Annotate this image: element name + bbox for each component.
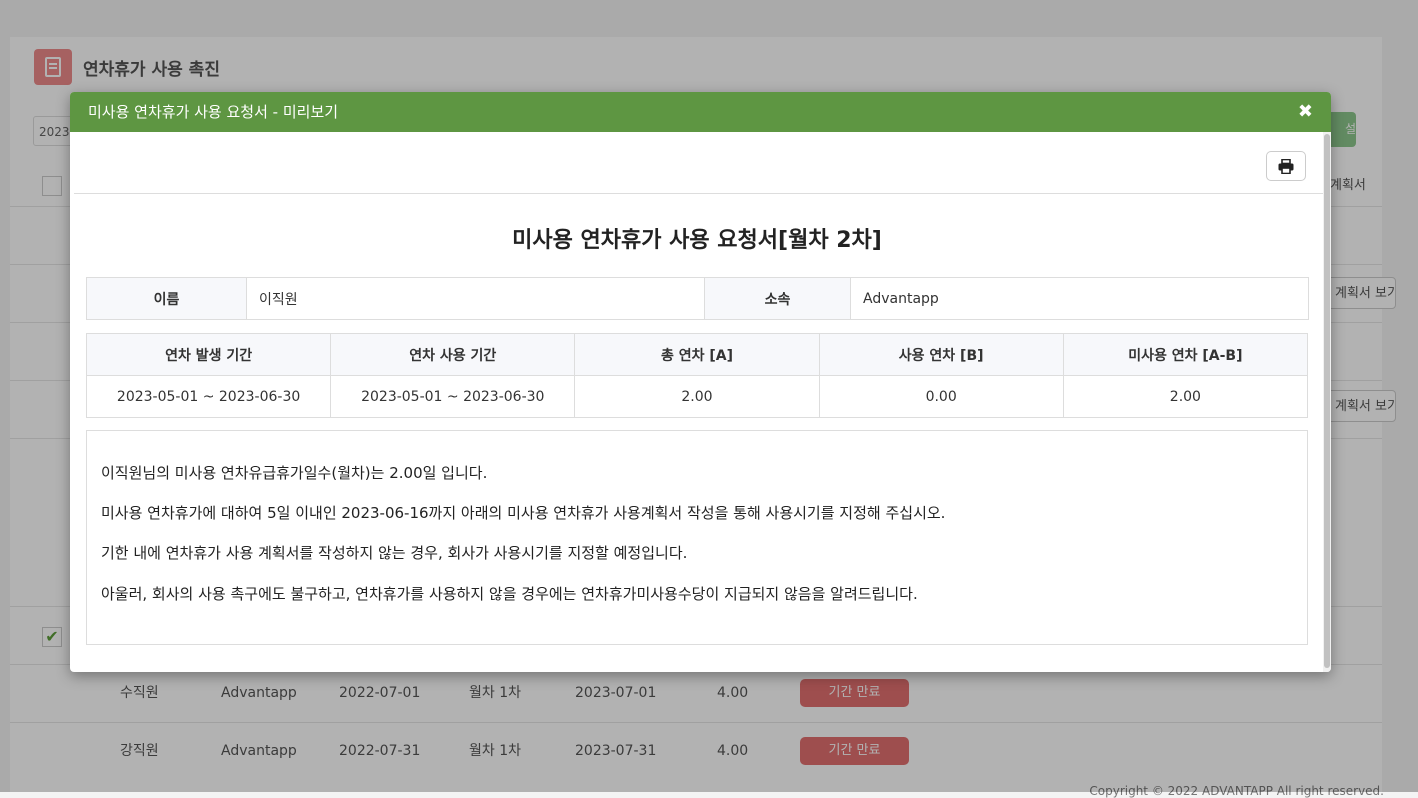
occurrence-period: 2023-05-01 ~ 2023-06-30 (85, 375, 332, 418)
notice-box: 이직원님의 미사용 연차유급휴가일수(월차)는 2.00일 입니다. 미사용 연… (86, 430, 1308, 645)
modal-header: 미사용 연차휴가 사용 요청서 - 미리보기 ✖ (70, 92, 1331, 132)
table-row: 2023-05-01 ~ 2023-06-30 2023-05-01 ~ 202… (85, 375, 1309, 418)
notice-paragraph: 이직원님의 미사용 연차유급휴가일수(월차)는 2.00일 입니다. (101, 464, 488, 482)
used-leave: 0.00 (818, 375, 1064, 418)
toolbar-divider (74, 193, 1324, 194)
table-row: 이름 이직원 소속 Advantapp (86, 277, 1309, 320)
modal-scrollbar[interactable] (1323, 132, 1331, 672)
total-leave: 2.00 (574, 375, 820, 418)
print-icon (1278, 158, 1294, 174)
leave-stats-table: 연차 발생 기간 연차 사용 기간 총 연차 [A] 사용 연차 [B] 미사용… (85, 333, 1309, 418)
notice-paragraph: 아울러, 회사의 사용 촉구에도 불구하고, 연차휴가를 사용하지 않을 경우에… (101, 585, 918, 603)
column-header: 미사용 연차 [A-B] (1062, 333, 1309, 376)
department-value: Advantapp (850, 277, 1309, 320)
modal-title: 미사용 연차휴가 사용 요청서 - 미리보기 (88, 103, 339, 121)
column-header: 연차 사용 기간 (330, 333, 576, 376)
document-title: 미사용 연차휴가 사용 요청서[월차 2차] (512, 228, 882, 253)
close-icon[interactable]: ✖ (1298, 92, 1313, 132)
column-header: 연차 발생 기간 (85, 333, 332, 376)
notice-paragraph: 기한 내에 연차휴가 사용 계획서를 작성하지 않는 경우, 회사가 사용시기를… (101, 544, 688, 562)
department-label: 소속 (704, 277, 851, 320)
unused-leave: 2.00 (1062, 375, 1309, 418)
employee-info-table: 이름 이직원 소속 Advantapp (86, 277, 1309, 320)
name-label: 이름 (86, 277, 247, 320)
usage-period: 2023-05-01 ~ 2023-06-30 (330, 375, 576, 418)
notice-paragraph: 미사용 연차휴가에 대하여 5일 이내인 2023-06-16까지 아래의 미사… (101, 504, 946, 522)
preview-modal: 미사용 연차휴가 사용 요청서 - 미리보기 ✖ 미사용 연차휴가 사용 요청서… (70, 92, 1331, 672)
name-value: 이직원 (246, 277, 705, 320)
table-header-row: 연차 발생 기간 연차 사용 기간 총 연차 [A] 사용 연차 [B] 미사용… (85, 333, 1309, 376)
print-button[interactable] (1266, 151, 1306, 181)
scrollbar-thumb[interactable] (1324, 134, 1330, 668)
column-header: 사용 연차 [B] (818, 333, 1064, 376)
column-header: 총 연차 [A] (574, 333, 820, 376)
